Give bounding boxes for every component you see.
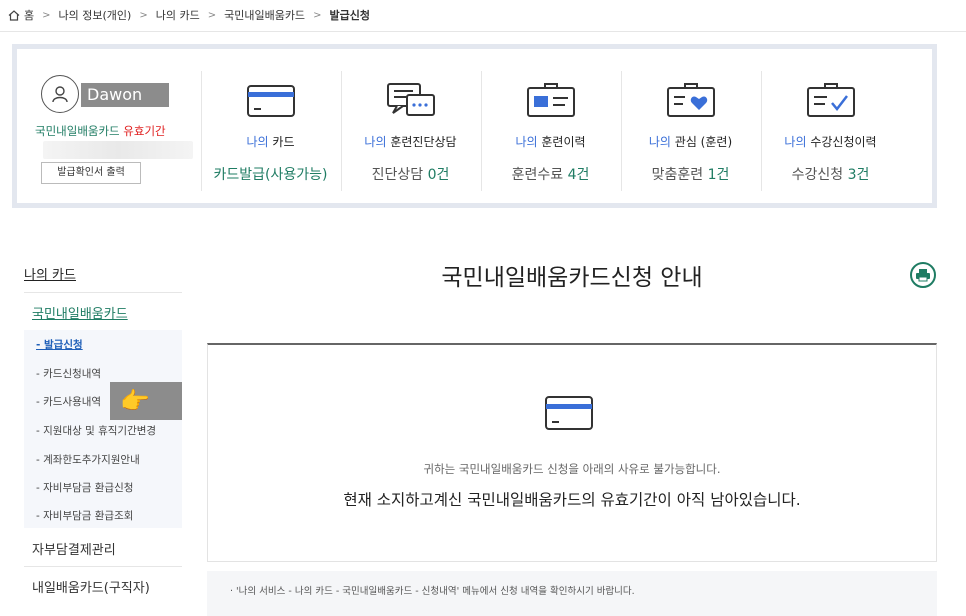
sidebar-item-apply[interactable]: - 발급신청 [36, 337, 83, 352]
card-icon [545, 396, 593, 430]
sidebar-item-jobseeker-card[interactable]: 내일배움카드(구직자) [32, 577, 150, 596]
notice-reason: 현재 소지하고계신 국민내일배움카드의 유효기간이 아직 남아있습니다. [343, 491, 801, 509]
chevron-right-icon: > [139, 9, 148, 21]
stat-value: 1건 [707, 167, 730, 183]
sidebar-divider [24, 292, 182, 293]
stat-value: 4건 [567, 167, 590, 183]
stat-value: 3건 [847, 167, 870, 183]
sidebar-divider [24, 566, 182, 567]
stat-label-prefix: 나의 [648, 135, 671, 149]
printer-icon [916, 269, 930, 282]
sidebar-item-refund-inquiry[interactable]: - 자비부담금 환급조회 [36, 508, 133, 523]
avatar [41, 75, 79, 113]
info-note: · '나의 서비스 - 나의 카드 - 국민내일배움카드 - 신청내역' 메뉴에… [230, 586, 635, 597]
stat-value: 카드발급(사용가능) [213, 167, 328, 183]
home-icon[interactable] [8, 9, 20, 21]
id-card-icon [526, 83, 575, 117]
page-title: 국민내일배움카드신청 안내 [441, 265, 703, 291]
sidebar-item-self-payment[interactable]: 자부담결제관리 [32, 539, 116, 558]
notice-reason-intro: 귀하는 국민내일배움카드 신청을 아래의 사유로 불가능합니다. [423, 462, 721, 476]
stat-label-prefix: 나의 [515, 135, 538, 149]
stat-enrollment-history[interactable]: 나의 수강신청이력 수강신청 3건 [761, 71, 899, 191]
card-validity: 국민내일배움카드 유효기간 [35, 123, 166, 139]
chevron-right-icon: > [313, 9, 322, 21]
notice-box [207, 343, 937, 562]
stat-label-prefix: 나의 [784, 135, 807, 149]
stat-label-prefix: 나의 [246, 135, 269, 149]
chevron-right-icon: > [207, 9, 217, 21]
stat-value-prefix: 수강신청 [791, 167, 848, 183]
breadcrumb-my-info[interactable]: 나의 정보(개인) [59, 7, 132, 23]
validity-label: 유효기간 [123, 124, 166, 138]
stat-training-consult[interactable]: 나의 훈련진단상담 진단상담 0건 [341, 71, 479, 191]
stat-label-prefix: 나의 [364, 135, 387, 149]
sidebar-item-limit-support[interactable]: - 계좌한도추가지원안내 [36, 452, 140, 467]
sidebar-title[interactable]: 나의 카드 [24, 264, 76, 283]
stat-label: 수강신청이력 [810, 135, 877, 149]
pointing-hand-icon: 👉 [120, 387, 150, 415]
chat-icon [386, 83, 435, 116]
breadcrumb-my-card[interactable]: 나의 카드 [156, 7, 200, 23]
stat-training-history[interactable]: 나의 훈련이력 훈련수료 4건 [481, 71, 619, 191]
sidebar-item-national-card[interactable]: 국민내일배움카드 [32, 303, 128, 322]
stat-value-prefix: 훈련수료 [511, 167, 568, 183]
print-certificate-button[interactable]: 발급확인서 출력 [41, 162, 141, 184]
breadcrumb-national-card[interactable]: 국민내일배움카드 [224, 7, 305, 23]
breadcrumb-divider [0, 31, 966, 32]
username: Dawon [81, 83, 169, 107]
breadcrumb-home[interactable]: 홈 [24, 7, 34, 23]
card-icon [246, 85, 295, 117]
user-icon [52, 86, 68, 103]
stat-interest-training[interactable]: 나의 관심 (훈련) 맞춤훈련 1건 [621, 71, 759, 191]
sidebar-item-refund-apply[interactable]: - 자비부담금 환급신청 [36, 480, 133, 495]
summary-panel: Dawon 국민내일배움카드 유효기간 발급확인서 출력 나의 카드 카드발급(… [12, 44, 937, 208]
sidebar-item-application-history[interactable]: - 카드신청내역 [36, 366, 101, 381]
stat-label: 훈련이력 [541, 135, 586, 149]
stat-value-prefix: 맞춤훈련 [651, 167, 708, 183]
validity-date-redacted [43, 141, 193, 159]
print-button[interactable] [910, 262, 936, 288]
stat-label: 훈련진단상담 [390, 135, 457, 149]
sidebar-item-usage-history[interactable]: - 카드사용내역 [36, 394, 101, 409]
stat-value: 0건 [427, 167, 450, 183]
checklist-icon [806, 83, 855, 117]
stat-my-card[interactable]: 나의 카드 카드발급(사용가능) [201, 71, 339, 191]
validity-card-name: 국민내일배움카드 [35, 124, 120, 138]
breadcrumb-current: 발급신청 [329, 9, 370, 22]
chevron-right-icon: > [42, 9, 51, 21]
stat-value-prefix: 진단상담 [371, 167, 428, 183]
sidebar-item-eligibility-change[interactable]: - 지원대상 및 휴직기간변경 [36, 423, 156, 438]
stat-label: 관심 (훈련) [674, 135, 733, 149]
breadcrumb: 홈 > 나의 정보(개인) > 나의 카드 > 국민내일배움카드 > 발급신청 [8, 4, 370, 26]
heart-case-icon [666, 83, 715, 117]
stat-label: 카드 [272, 135, 295, 149]
